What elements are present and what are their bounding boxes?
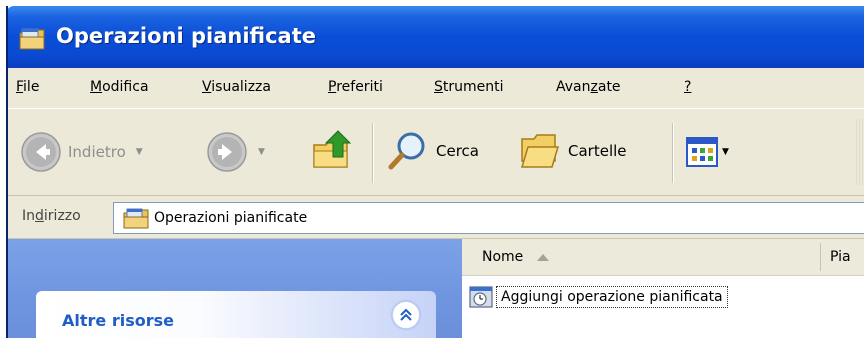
menu-preferiti[interactable]: Preferiti xyxy=(328,79,383,95)
window-title: Operazioni pianificate xyxy=(56,24,316,48)
scheduled-tasks-folder-icon xyxy=(123,208,149,229)
other-places-header[interactable]: Altre risorse xyxy=(36,291,436,338)
forward-button[interactable]: ▼ xyxy=(206,131,265,173)
address-label: Indirizzo xyxy=(22,208,81,224)
sort-ascending-icon xyxy=(537,253,550,261)
back-arrow-icon xyxy=(21,132,61,172)
dropdown-arrow-icon[interactable]: ▼ xyxy=(722,147,729,157)
address-bar: Indirizzo Operazioni pianificate xyxy=(8,196,864,239)
pane-section-title: Altre risorse xyxy=(62,311,174,330)
search-label: Cerca xyxy=(436,142,479,160)
menu-modifica[interactable]: Modifica xyxy=(90,79,149,95)
toolbar-grip xyxy=(856,119,864,185)
dropdown-arrow-icon[interactable]: ▼ xyxy=(258,147,265,157)
views-icon xyxy=(686,137,718,167)
column-header-name[interactable]: Nome xyxy=(482,239,550,275)
up-folder-button[interactable] xyxy=(308,127,356,175)
add-task-icon xyxy=(469,286,493,308)
toolbar-separator xyxy=(372,123,373,183)
menu-strumenti[interactable]: Strumenti xyxy=(434,79,504,95)
folders-label: Cartelle xyxy=(568,142,627,160)
back-button[interactable]: Indietro ▼ xyxy=(20,131,143,173)
forward-arrow-icon xyxy=(207,132,247,172)
views-button[interactable]: ▼ xyxy=(686,137,729,167)
toolbar: Indietro ▼ ▼ Cerca Cartelle ▼ xyxy=(8,109,864,196)
title-bar[interactable]: Operazioni pianificate xyxy=(6,6,864,68)
task-pane: Altre risorse xyxy=(8,239,462,338)
file-list: Nome Pia Aggiungi operazione pianificata xyxy=(462,239,864,338)
column-headers: Nome Pia xyxy=(462,239,864,276)
collapse-button[interactable] xyxy=(392,301,420,329)
dropdown-arrow-icon[interactable]: ▼ xyxy=(136,147,143,157)
address-value: Operazioni pianificate xyxy=(154,210,308,226)
menu-file[interactable]: File xyxy=(16,79,39,95)
toolbar-separator xyxy=(672,123,673,183)
address-input[interactable]: Operazioni pianificate xyxy=(113,202,864,234)
column-separator[interactable] xyxy=(820,243,821,271)
search-button[interactable]: Cerca xyxy=(386,129,479,173)
menu-help[interactable]: ? xyxy=(684,79,691,95)
list-item[interactable]: Aggiungi operazione pianificata xyxy=(468,283,728,311)
folder-up-icon xyxy=(313,130,352,168)
folders-icon xyxy=(520,134,560,168)
column-header-schedule[interactable]: Pia xyxy=(830,239,851,275)
chevron-double-up-icon xyxy=(400,308,412,321)
folders-button[interactable]: Cartelle xyxy=(518,131,627,171)
back-label: Indietro xyxy=(68,143,126,161)
menu-visualizza[interactable]: Visualizza xyxy=(202,79,271,95)
scheduled-tasks-folder-icon xyxy=(19,28,45,50)
menu-bar: File Modifica Visualizza Preferiti Strum… xyxy=(8,68,864,109)
menu-avanzate[interactable]: Avanzate xyxy=(556,79,621,95)
list-item-label: Aggiungi operazione pianificata xyxy=(496,286,728,308)
explorer-window: Operazioni pianificate File Modifica Vis… xyxy=(0,0,864,338)
search-icon xyxy=(388,132,425,170)
